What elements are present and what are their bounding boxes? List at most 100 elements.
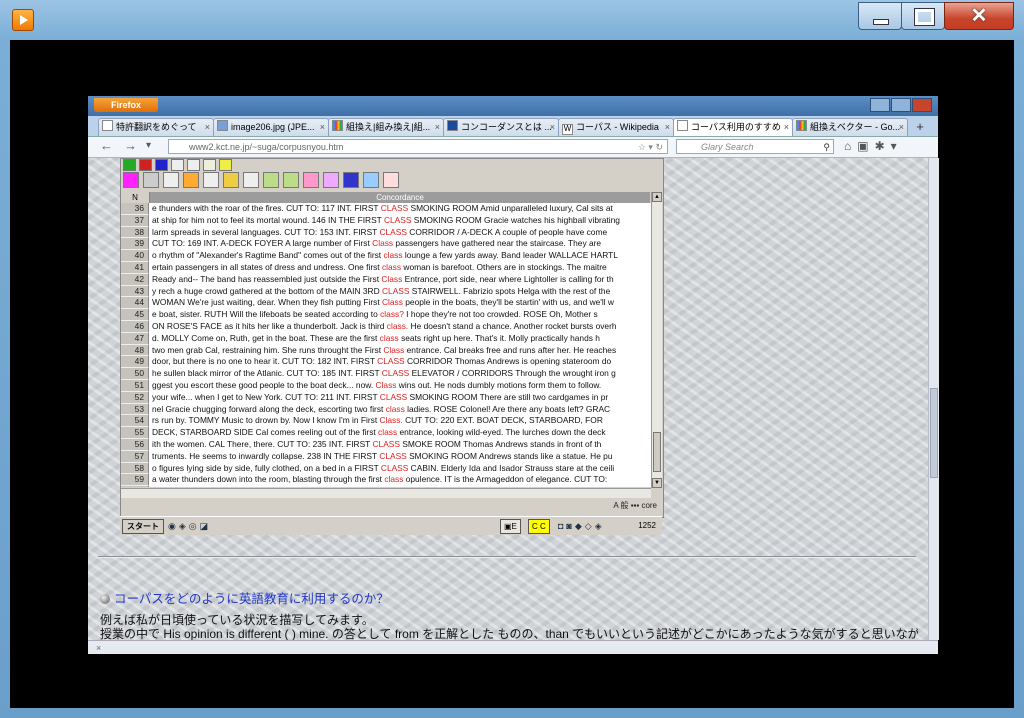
concordance-row[interactable]: 54 rs run by. TOMMY Music to drown by. No… [121, 415, 651, 428]
scroll-down-arrow-icon[interactable]: ▼ [652, 478, 662, 488]
concordance-row[interactable]: 43 y rech a huge crowd gathered at the bo… [121, 285, 651, 298]
concordance-vertical-scrollbar[interactable]: ▲ ▼ [651, 192, 662, 488]
concordance-row[interactable]: 55 DECK, STARBOARD SIDE Cal comes reelin… [121, 427, 651, 439]
tab-5-active[interactable]: コーパス利用のすすめ × [673, 118, 793, 136]
scroll-up-arrow-icon[interactable]: ▲ [652, 192, 662, 202]
concordance-row[interactable]: 41 ertain passengers in all states of dre… [121, 262, 651, 274]
concordance-row[interactable]: 57 truments. He seems to inwardly collaps… [121, 450, 651, 463]
concordance-row[interactable]: 38 larm spreads in several languages. CUT… [121, 226, 651, 239]
tab-close-icon[interactable]: × [320, 119, 325, 136]
toolbar-icon [343, 172, 359, 188]
browser-minimize-icon[interactable] [870, 98, 890, 112]
browser-maximize-icon[interactable] [891, 98, 911, 112]
toolbar-icon [171, 159, 184, 171]
browser-bottom-bar: × [88, 640, 938, 654]
row-text: two men grab Cal, restraining him. She r… [152, 345, 649, 357]
concordance-row[interactable]: 44 WOMAN We're just waiting, dear. When t… [121, 297, 651, 310]
scroll-thumb[interactable] [653, 432, 661, 472]
row-text: Ready and-- The band has reassembled jus… [152, 274, 649, 286]
row-number: 49 [121, 356, 149, 369]
context-right: people in the boats, they'll be startin'… [402, 297, 614, 308]
taskbar-clock: 1252 [638, 521, 656, 530]
concordance-row[interactable]: 60 her ears covered against the wailing … [121, 486, 651, 487]
concordance-row[interactable]: 45 e boat, sister. RUTH Will the lifeboat… [121, 309, 651, 321]
dropdown-arrow-icon[interactable]: ▾ [146, 140, 151, 151]
tab-6[interactable]: 組換えベクター - Go... × [792, 118, 908, 136]
search-icon[interactable]: ⚲ [823, 140, 830, 155]
tab-4[interactable]: W コーパス - Wikipedia × [558, 118, 674, 136]
tab-close-icon[interactable]: × [435, 119, 440, 136]
system-tray-icons[interactable]: ◘◙◆◇◈ [558, 517, 605, 535]
tab-close-icon[interactable]: × [899, 119, 904, 136]
task-item-editor[interactable]: ▣E [500, 519, 521, 534]
browser-close-icon[interactable] [912, 98, 932, 112]
concordance-row[interactable]: 48 two men grab Cal, restraining him. She… [121, 344, 651, 357]
concordance-grid[interactable]: 36 e thunders with the roar of the fires.… [121, 203, 651, 487]
concordance-row[interactable]: 58 o figures lying side by side, fully c… [121, 462, 651, 475]
row-number: 46 [121, 321, 149, 333]
concordance-row[interactable]: 49 door, but there is no one to hear it.… [121, 356, 651, 369]
quick-launch-icons[interactable]: ◉◈◎◪ [168, 517, 211, 535]
toolbar-icon [219, 159, 232, 171]
row-number: 56 [121, 439, 149, 451]
tab-0[interactable]: 特許翻訳をめぐって × [98, 118, 214, 136]
maximize-button[interactable] [901, 2, 945, 30]
row-text: rs run by. TOMMY Music to drown by. Now … [152, 415, 649, 427]
concordance-row[interactable]: 53 nel Gracie chugging forward along the … [121, 403, 651, 416]
tab-2[interactable]: 組換え|組み換え|組... × [328, 118, 444, 136]
tab-close-icon[interactable]: × [784, 119, 789, 136]
context-left: ith the women. CAL There, there. CUT TO:… [152, 439, 373, 449]
context-left: two men grab Cal, restraining him. She r… [152, 344, 384, 355]
concordance-row[interactable]: 56 ith the women. CAL There, there. CUT T… [121, 439, 651, 451]
minimize-button[interactable] [858, 2, 902, 30]
concordance-row[interactable]: 50 he sullen black mirror of the Atlanic.… [121, 368, 651, 380]
concordance-row[interactable]: 52 your wife... when I get to New York. … [121, 391, 651, 404]
tab-3[interactable]: コンコーダンスとは ... × [443, 118, 559, 136]
column-header-n[interactable]: N [121, 192, 150, 203]
toolbar-right-icons[interactable]: ⌂▣✱▾ [844, 139, 903, 153]
toolbar-icon [223, 172, 239, 188]
page-scrollbar[interactable] [928, 158, 939, 640]
close-findbar-icon[interactable]: × [96, 643, 101, 653]
concordance-row[interactable]: 47 d. MOLLY Come on, Ruth, get in the boa… [121, 332, 651, 345]
row-text: ith the women. CAL There, there. CUT TO:… [152, 439, 649, 451]
keyword: CLASS [380, 462, 409, 473]
keyword: class? [380, 309, 404, 320]
tab-1[interactable]: image206.jpg (JPE... × [213, 118, 329, 136]
concordance-row[interactable]: 42 Ready and-- The band has reassembled … [121, 273, 651, 286]
forward-arrow-icon[interactable]: → [124, 138, 137, 153]
row-text: her ears covered against the wailing in … [152, 486, 649, 487]
concordance-row[interactable]: 59 a water thunders down into the room, b… [121, 474, 651, 487]
context-right: seats right up here. That's it. Molly pr… [398, 332, 600, 343]
context-right: He doesn't stand a chance. Another rocke… [408, 321, 617, 331]
context-right: SMOKING ROOM There are still two cardgam… [407, 391, 609, 402]
keyword: CLASS [377, 356, 405, 367]
row-number: 52 [121, 391, 149, 404]
search-input[interactable]: Glary Search ⚲ [676, 139, 834, 154]
concordance-row[interactable]: 36 e thunders with the roar of the fires.… [121, 203, 651, 215]
firefox-menu-button[interactable]: Firefox [94, 98, 158, 112]
tab-close-icon[interactable]: × [550, 119, 555, 136]
media-player-icon[interactable] [12, 9, 34, 31]
column-header-concordance[interactable]: Concordance [150, 192, 650, 203]
back-arrow-icon[interactable]: ← [100, 138, 113, 153]
concordance-horizontal-scrollbar[interactable] [121, 488, 651, 498]
close-button[interactable]: ✕ [944, 2, 1014, 30]
row-text: y rech a huge crowd gathered at the bott… [152, 286, 649, 298]
concordance-row[interactable]: 37 at ship for him not to feel its mortal… [121, 214, 651, 227]
task-item-cc[interactable]: C C [528, 519, 550, 534]
concordance-row[interactable]: 46 ON ROSE'S FACE as it hits her like a t… [121, 321, 651, 333]
concordance-row[interactable]: 51 ggest you escort these good people to … [121, 380, 651, 392]
page-scroll-thumb[interactable] [930, 388, 938, 478]
row-text: o figures lying side by side, fully clot… [152, 463, 649, 475]
start-button[interactable]: スタート [122, 519, 164, 534]
tab-close-icon[interactable]: × [205, 119, 210, 136]
bookmark-star-icon[interactable]: ☆ ▾ ↻ [638, 140, 663, 155]
concordance-row[interactable]: 40 o rhythm of "Alexander's Ragtime Band"… [121, 250, 651, 262]
ime-toolbar[interactable]: A 般 ▪▪▪ core [613, 500, 657, 511]
concordance-row[interactable]: 39 CUT TO: 169 INT. A-DECK FOYER A large… [121, 238, 651, 251]
tab-close-icon[interactable]: × [665, 119, 670, 136]
new-tab-button[interactable]: + [910, 118, 930, 135]
toolbar-icon [303, 172, 319, 188]
url-bar[interactable]: www2.kct.ne.jp/~suga/corpusnyou.htm ☆ ▾ … [168, 139, 668, 154]
